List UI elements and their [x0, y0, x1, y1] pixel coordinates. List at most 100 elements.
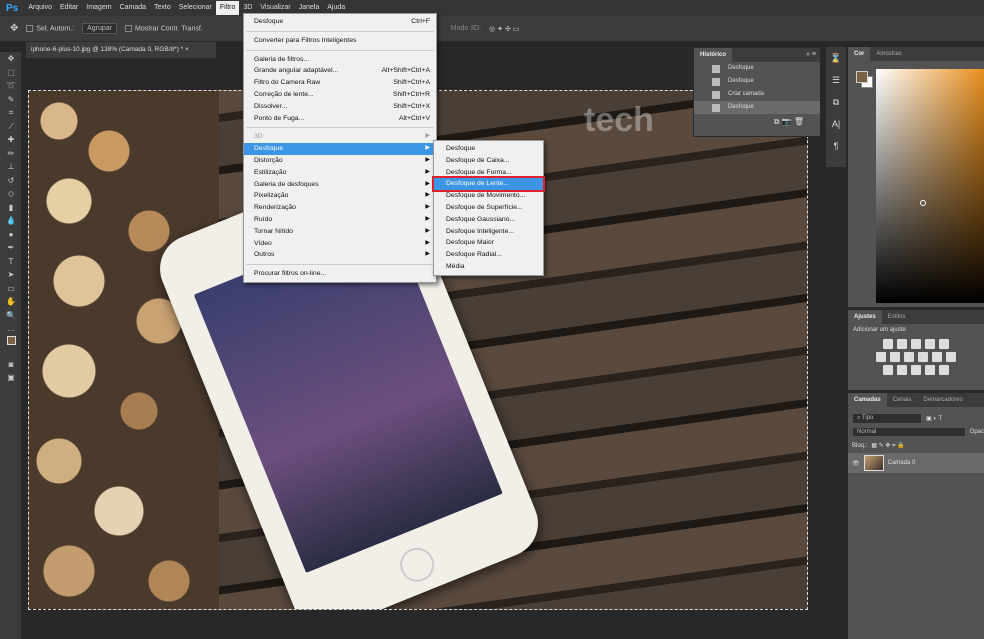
menu-item-blur-gallery[interactable]: Galeria de desfoques ▶	[244, 179, 436, 191]
panel-menu-icon[interactable]: » ≡	[806, 48, 820, 62]
history-item[interactable]: Desfoque	[694, 62, 820, 75]
healing-tool-icon[interactable]: ✚	[0, 133, 22, 147]
menu-imagem[interactable]: Imagem	[82, 1, 115, 15]
posterize-icon[interactable]	[897, 365, 907, 375]
snapshot-camera-icon[interactable]: 📷	[782, 117, 792, 126]
shape-tool-icon[interactable]: ▭	[0, 282, 22, 296]
tab-color[interactable]: Cor	[848, 47, 871, 61]
menu-item-last-filter[interactable]: Desfoque Ctrl+F	[244, 16, 436, 28]
menu-item-liquify[interactable]: Dissolver... Shift+Ctrl+X	[244, 101, 436, 113]
menu-item-stylize[interactable]: Estilização ▶	[244, 167, 436, 179]
eyedropper-tool-icon[interactable]: ⟋	[0, 120, 22, 134]
eraser-tool-icon[interactable]: ◇	[0, 187, 22, 201]
menu-item-distort[interactable]: Distorção ▶	[244, 155, 436, 167]
properties-icon[interactable]: ☰	[826, 69, 846, 91]
history-item[interactable]: Desfoque	[694, 75, 820, 88]
menu-item-convert-smart-filters[interactable]: Converter para Filtros Inteligentes	[244, 35, 436, 47]
auto-select-checkbox[interactable]: Sel. Autom.:	[26, 24, 74, 32]
submenu-item-blur[interactable]: Desfoque	[434, 143, 543, 155]
group-select[interactable]: Agrupar	[82, 23, 118, 34]
tab-paths[interactable]: Demarcadores	[917, 393, 968, 407]
submenu-item-radial-blur[interactable]: Desfoque Radial...	[434, 249, 543, 261]
layer-filter-select[interactable]: ⌕ Tipo	[852, 412, 922, 424]
photo-filter-icon[interactable]	[918, 352, 928, 362]
color-lookup-icon[interactable]	[946, 352, 956, 362]
tab-styles[interactable]: Estilos	[882, 310, 912, 324]
menu-item-browse-filters-online[interactable]: Procurar filtros on-line...	[244, 268, 436, 280]
menu-filtro[interactable]: Filtro	[215, 1, 240, 15]
levels-icon[interactable]	[897, 339, 907, 349]
blur-tool-icon[interactable]: 💧	[0, 214, 22, 228]
more-tools-icon[interactable]: …	[0, 322, 22, 336]
quick-select-tool-icon[interactable]: ✎	[0, 93, 22, 107]
move-tool-icon[interactable]: ✥	[0, 52, 22, 66]
trash-icon[interactable]: 🗑	[794, 117, 804, 126]
submenu-item-gaussian-blur[interactable]: Desfoque Gaussiano...	[434, 214, 543, 226]
menu-item-adaptive-wide-angle[interactable]: Grande angular adaptável... Alt+Shift+Ctr…	[244, 65, 436, 77]
gradient-map-icon[interactable]	[939, 365, 949, 375]
screen-mode-icon[interactable]: ▣	[0, 371, 22, 385]
type-tool-icon[interactable]: T	[0, 255, 22, 269]
close-tab-icon[interactable]: ×	[185, 46, 189, 53]
color-balance-icon[interactable]	[890, 352, 900, 362]
menu-item-filter-gallery[interactable]: Galeria de filtros...	[244, 54, 436, 66]
menu-editar[interactable]: Editar	[56, 1, 82, 15]
new-document-from-state-icon[interactable]: ⧉	[774, 117, 780, 126]
menu-item-blur[interactable]: Desfoque ▶	[244, 143, 436, 155]
hue-saturation-icon[interactable]	[876, 352, 886, 362]
submenu-item-motion-blur[interactable]: Desfoque de Movimento...	[434, 190, 543, 202]
marquee-tool-icon[interactable]: ⬚	[0, 66, 22, 80]
visibility-eye-icon[interactable]: 👁	[852, 460, 860, 467]
clone-source-icon[interactable]: ⧉	[826, 91, 846, 113]
selective-color-icon[interactable]	[925, 365, 935, 375]
crop-tool-icon[interactable]: ⌗	[0, 106, 22, 120]
menu-item-sharpen[interactable]: Tornar Nítido ▶	[244, 226, 436, 238]
tab-adjustments[interactable]: Ajustes	[848, 310, 882, 324]
channel-mixer-icon[interactable]	[932, 352, 942, 362]
color-swatches-icon[interactable]	[0, 335, 22, 358]
foreground-color-swatch[interactable]	[856, 71, 868, 83]
tab-layers[interactable]: Camadas	[848, 393, 887, 407]
black-white-icon[interactable]	[904, 352, 914, 362]
submenu-item-average[interactable]: Média	[434, 261, 543, 273]
curves-icon[interactable]	[911, 339, 921, 349]
threshold-icon[interactable]	[911, 365, 921, 375]
show-transform-checkbox[interactable]: Mostrar Contr. Transf.	[125, 24, 203, 32]
dodge-tool-icon[interactable]: ●	[0, 228, 22, 242]
history-brush-icon[interactable]: ↺	[0, 174, 22, 188]
submenu-item-box-blur[interactable]: Desfoque de Caixa...	[434, 155, 543, 167]
menu-item-camera-raw[interactable]: Filtro do Camera Raw Shift+Ctrl+A	[244, 77, 436, 89]
vibrance-icon[interactable]	[939, 339, 949, 349]
layer-row[interactable]: 👁 Camada 0	[848, 453, 984, 473]
history-panel-icon[interactable]: ⌛	[826, 47, 846, 69]
color-picker-cursor[interactable]	[920, 200, 926, 206]
menu-item-3d[interactable]: 3D ▶	[244, 131, 436, 143]
menu-item-render[interactable]: Renderização ▶	[244, 202, 436, 214]
brush-tool-icon[interactable]: ✏	[0, 147, 22, 161]
character-icon[interactable]: A|	[826, 113, 846, 135]
menu-item-video[interactable]: Vídeo ▶	[244, 238, 436, 250]
submenu-item-smart-blur[interactable]: Desfoque Inteligente...	[434, 226, 543, 238]
submenu-item-shape-blur[interactable]: Desfoque de Forma...	[434, 167, 543, 179]
invert-icon[interactable]	[883, 365, 893, 375]
submenu-item-blur-more[interactable]: Desfoque Maior	[434, 237, 543, 249]
color-picker-field[interactable]	[876, 69, 984, 303]
menu-texto[interactable]: Texto	[150, 1, 175, 15]
exposure-icon[interactable]	[925, 339, 935, 349]
blend-mode-select[interactable]: Normal	[852, 427, 966, 437]
stamp-tool-icon[interactable]: ⊥	[0, 160, 22, 174]
lock-icons[interactable]: ▦ ✎ ✥ ⌗ 🔒	[871, 442, 904, 450]
brightness-icon[interactable]	[883, 339, 893, 349]
history-item[interactable]: Criar camada	[694, 88, 820, 101]
move-tool-icon[interactable]: ✥	[10, 23, 18, 34]
tab-history[interactable]: Histórico	[694, 48, 733, 62]
menu-item-vanishing-point[interactable]: Ponto de Fuga... Alt+Ctrl+V	[244, 113, 436, 125]
tab-swatches[interactable]: Amostras	[870, 47, 907, 61]
lasso-tool-icon[interactable]: ➰	[0, 79, 22, 93]
submenu-item-surface-blur[interactable]: Desfoque de Superfície...	[434, 202, 543, 214]
menu-camada[interactable]: Camada	[116, 1, 150, 15]
menu-item-lens-correction[interactable]: Correção de lente... Shift+Ctrl+R	[244, 89, 436, 101]
menu-item-noise[interactable]: Ruído ▶	[244, 214, 436, 226]
pen-tool-icon[interactable]: ✒	[0, 241, 22, 255]
menu-arquivo[interactable]: Arquivo	[24, 1, 56, 15]
